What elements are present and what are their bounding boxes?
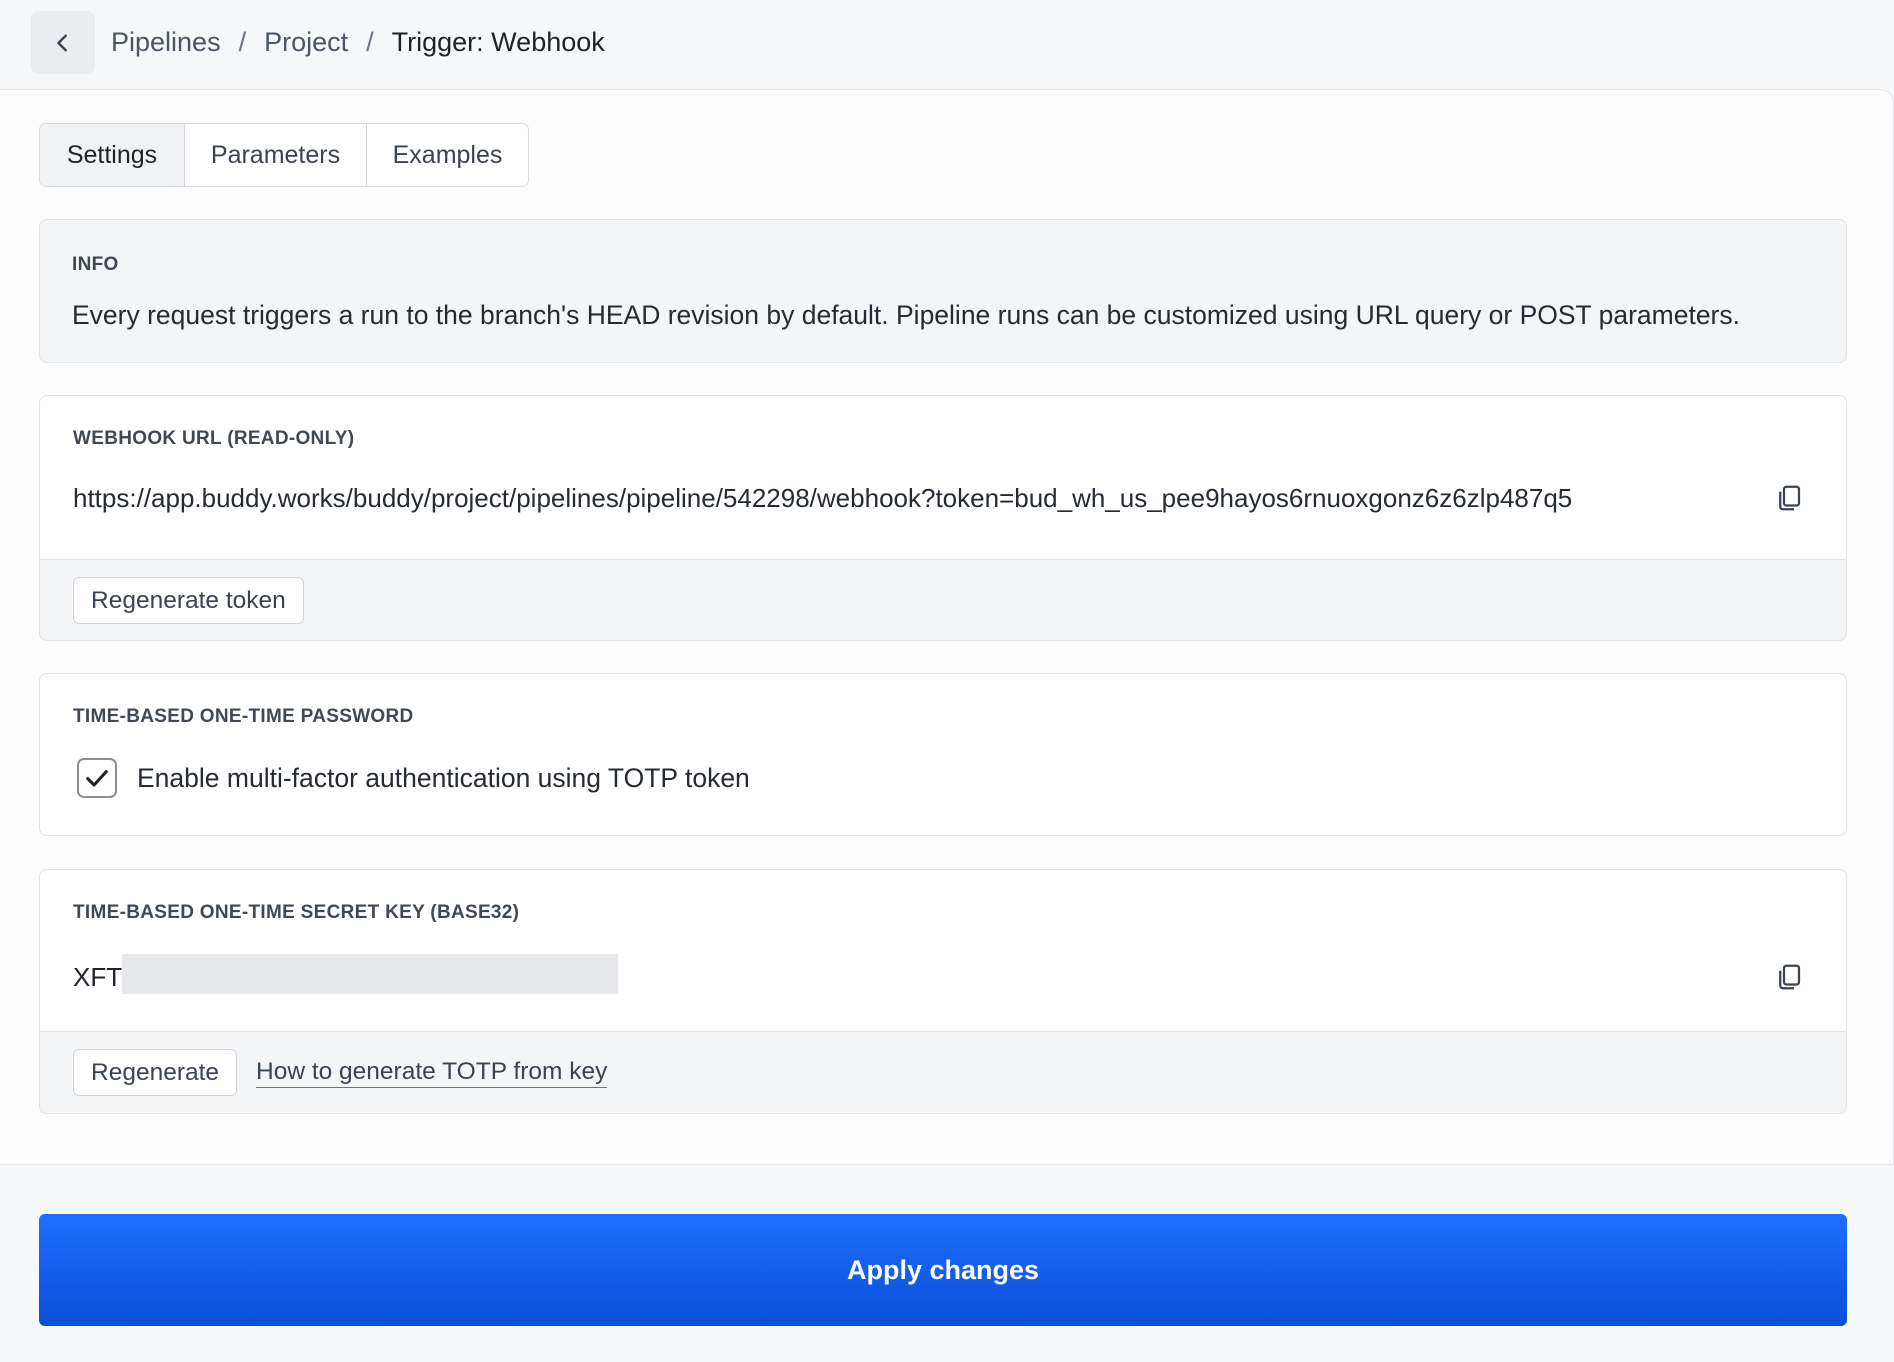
breadcrumb-separator: / (366, 26, 374, 57)
tab-bar: Settings Parameters Examples (39, 123, 529, 187)
chevron-left-icon (57, 33, 67, 52)
webhook-url-label: WEBHOOK URL (READ-ONLY) (73, 428, 355, 449)
back-button[interactable] (31, 11, 95, 74)
secret-key-value: XFT (73, 962, 123, 992)
breadcrumb-current: Trigger: Webhook (391, 26, 605, 57)
webhook-url-card: WEBHOOK URL (READ-ONLY) https://app.budd… (39, 395, 1847, 641)
copy-icon[interactable] (1774, 962, 1804, 992)
header: Pipelines / Project / Trigger: Webhook (0, 0, 1894, 89)
info-card: INFO Every request triggers a run to the… (39, 219, 1847, 363)
totp-checkbox[interactable] (77, 758, 117, 798)
tab-settings[interactable]: Settings (40, 124, 185, 186)
totp-card: TIME-BASED ONE-TIME PASSWORD Enable mult… (39, 673, 1847, 836)
footer: Apply changes (0, 1164, 1894, 1362)
main-panel: Settings Parameters Examples INFO Every … (0, 89, 1894, 1164)
secret-key-card: TIME-BASED ONE-TIME SECRET KEY (BASE32) … (39, 869, 1847, 1114)
tab-parameters[interactable]: Parameters (185, 124, 367, 186)
webhook-url-footer: Regenerate token (40, 559, 1846, 640)
info-label: INFO (72, 254, 119, 275)
totp-help-link[interactable]: How to generate TOTP from key (256, 1058, 608, 1088)
secret-key-footer: Regenerate How to generate TOTP from key (40, 1031, 1846, 1113)
breadcrumb-project[interactable]: Project (264, 27, 348, 58)
secret-key-label: TIME-BASED ONE-TIME SECRET KEY (BASE32) (73, 902, 520, 923)
totp-checkbox-label[interactable]: Enable multi-factor authentication using… (137, 763, 750, 794)
apply-changes-button[interactable]: Apply changes (39, 1214, 1847, 1326)
checkmark-icon (86, 770, 108, 787)
breadcrumb: Pipelines / Project / Trigger: Webhook (111, 24, 605, 60)
tab-examples[interactable]: Examples (367, 124, 528, 186)
regenerate-button[interactable]: Regenerate (73, 1049, 238, 1096)
breadcrumb-separator: / (238, 26, 247, 57)
webhook-url-value: https://app.buddy.works/buddy/project/pi… (73, 483, 1573, 513)
info-text: Every request triggers a run to the bran… (72, 300, 1740, 330)
totp-label: TIME-BASED ONE-TIME PASSWORD (73, 706, 414, 727)
regenerate-token-button[interactable]: Regenerate token (73, 577, 304, 624)
secret-key-mask (122, 954, 618, 994)
copy-icon[interactable] (1774, 483, 1804, 513)
breadcrumb-pipelines[interactable]: Pipelines (111, 27, 221, 58)
